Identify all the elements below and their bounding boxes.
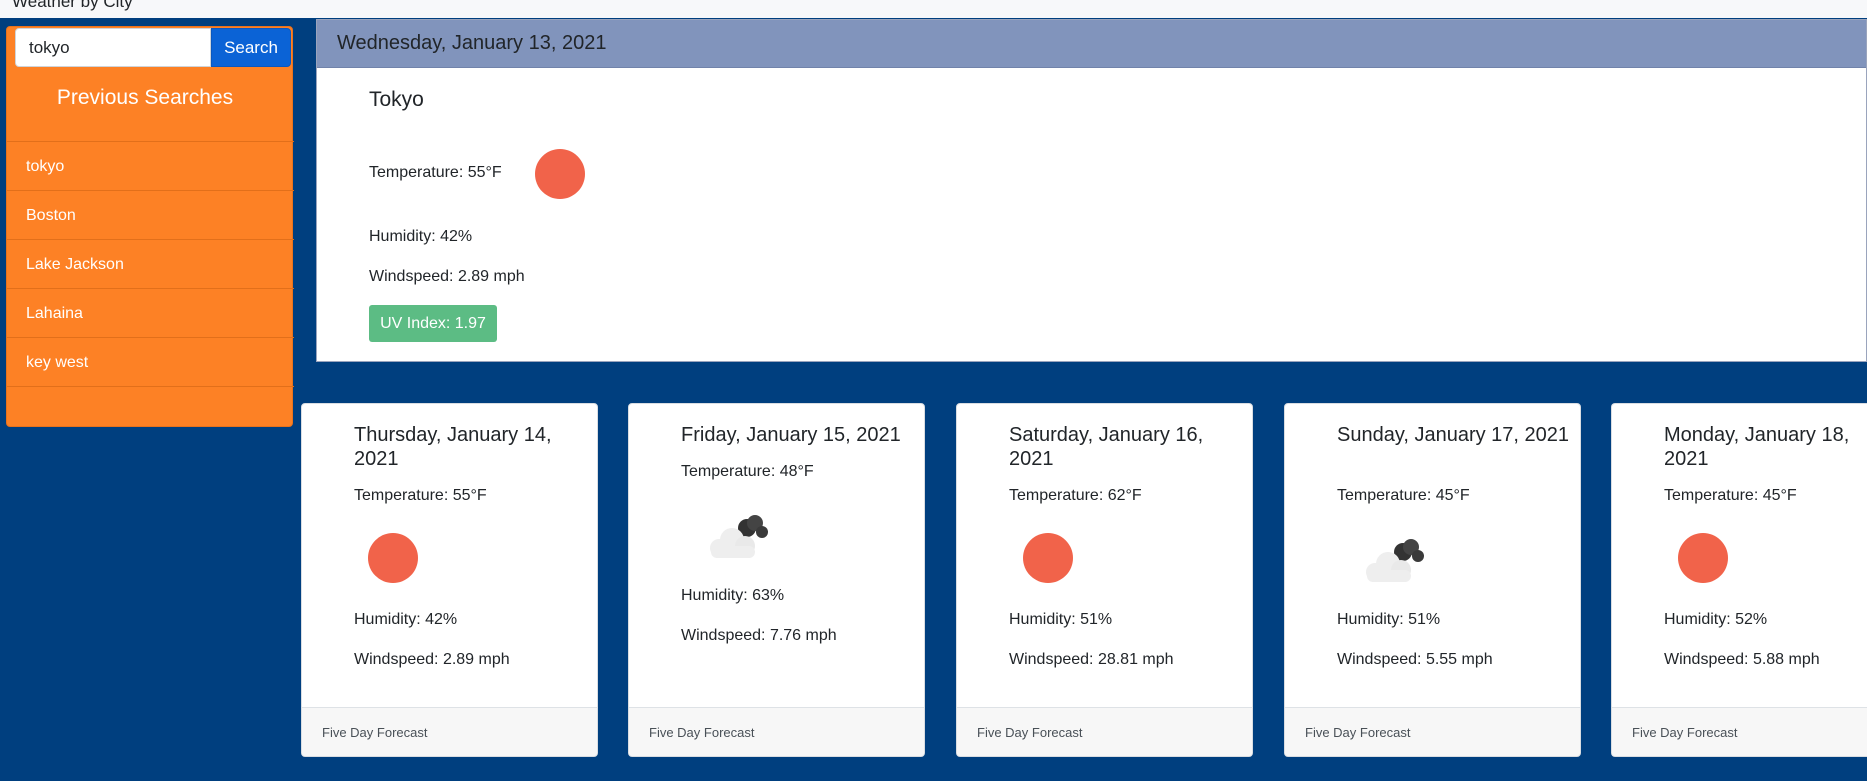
sun-icon	[535, 149, 585, 199]
forecast-date: Thursday, January 14, 2021	[354, 424, 552, 470]
sidebar: Search Previous Searches tokyo Boston La…	[6, 26, 294, 427]
search-input[interactable]	[15, 28, 211, 67]
forecast-footer: Five Day Forecast	[1285, 707, 1580, 756]
forecast-humidity: Humidity: 51%	[1337, 611, 1441, 628]
cloud-icon	[710, 515, 768, 558]
forecast-footer: Five Day Forecast	[1612, 707, 1867, 756]
forecast-card: Sunday, January 17, 2021 Temperature: 45…	[1284, 403, 1581, 757]
forecast-temperature: Temperature: 45°F	[1337, 487, 1470, 504]
sun-icon	[1678, 533, 1728, 583]
forecast-humidity: Humidity: 52%	[1664, 611, 1768, 628]
forecast-card: Saturday, January 16, 2021 Temperature: …	[956, 403, 1253, 757]
forecast-card: Thursday, January 14, 2021 Temperature: …	[301, 403, 598, 757]
forecast-card: Monday, January 18, 2021 Temperature: 45…	[1611, 403, 1867, 757]
forecast-temperature: Temperature: 62°F	[1009, 487, 1142, 504]
forecast-date: Monday, January 18, 2021	[1664, 424, 1850, 470]
current-date-header: Wednesday, January 13, 2021	[317, 20, 1866, 68]
forecast-humidity: Humidity: 51%	[1009, 611, 1113, 628]
forecast-temperature: Temperature: 55°F	[354, 487, 487, 504]
forecast-windspeed: Windspeed: 2.89 mph	[354, 651, 510, 668]
previous-search-item[interactable]: Lahaina	[7, 288, 294, 337]
uv-index-badge: UV Index: 1.97	[369, 305, 497, 342]
top-bar: Weather by City	[0, 0, 1867, 18]
app-title: Weather by City	[12, 0, 133, 11]
forecast-date: Saturday, January 16, 2021	[1009, 424, 1204, 470]
current-temperature: Temperature: 55°F	[369, 164, 502, 181]
previous-search-list-end	[7, 386, 294, 426]
forecast-card: Friday, January 15, 2021 Temperature: 48…	[628, 403, 925, 757]
sun-icon	[1023, 533, 1073, 583]
cloud-icon	[1366, 539, 1424, 582]
previous-search-item[interactable]: tokyo	[7, 141, 294, 190]
previous-searches-list: tokyo Boston Lake Jackson Lahaina key we…	[7, 141, 294, 426]
forecast-footer: Five Day Forecast	[629, 707, 924, 756]
forecast-windspeed: Windspeed: 5.55 mph	[1337, 651, 1493, 668]
forecast-temperature: Temperature: 45°F	[1664, 487, 1797, 504]
forecast-date: Sunday, January 17, 2021	[1337, 424, 1570, 446]
forecast-windspeed: Windspeed: 5.88 mph	[1664, 651, 1820, 668]
forecast-footer: Five Day Forecast	[302, 707, 597, 756]
forecast-windspeed: Windspeed: 7.76 mph	[681, 627, 837, 644]
current-windspeed: Windspeed: 2.89 mph	[369, 268, 525, 285]
current-humidity: Humidity: 42%	[369, 228, 473, 245]
search-button[interactable]: Search	[211, 28, 291, 67]
forecast-humidity: Humidity: 63%	[681, 587, 785, 604]
previous-search-item[interactable]: Lake Jackson	[7, 239, 294, 288]
forecast-windspeed: Windspeed: 28.81 mph	[1009, 651, 1174, 668]
forecast-date: Friday, January 15, 2021	[681, 424, 901, 446]
previous-search-item[interactable]: Boston	[7, 190, 294, 239]
forecast-footer: Five Day Forecast	[957, 707, 1252, 756]
forecast-humidity: Humidity: 42%	[354, 611, 458, 628]
current-weather-card: Wednesday, January 13, 2021 Tokyo Temper…	[316, 19, 1867, 362]
forecast-temperature: Temperature: 48°F	[681, 463, 814, 480]
city-name: Tokyo	[369, 88, 424, 111]
previous-search-item[interactable]: key west	[7, 337, 294, 386]
previous-searches-heading: Previous Searches	[56, 86, 234, 109]
sun-icon	[368, 533, 418, 583]
